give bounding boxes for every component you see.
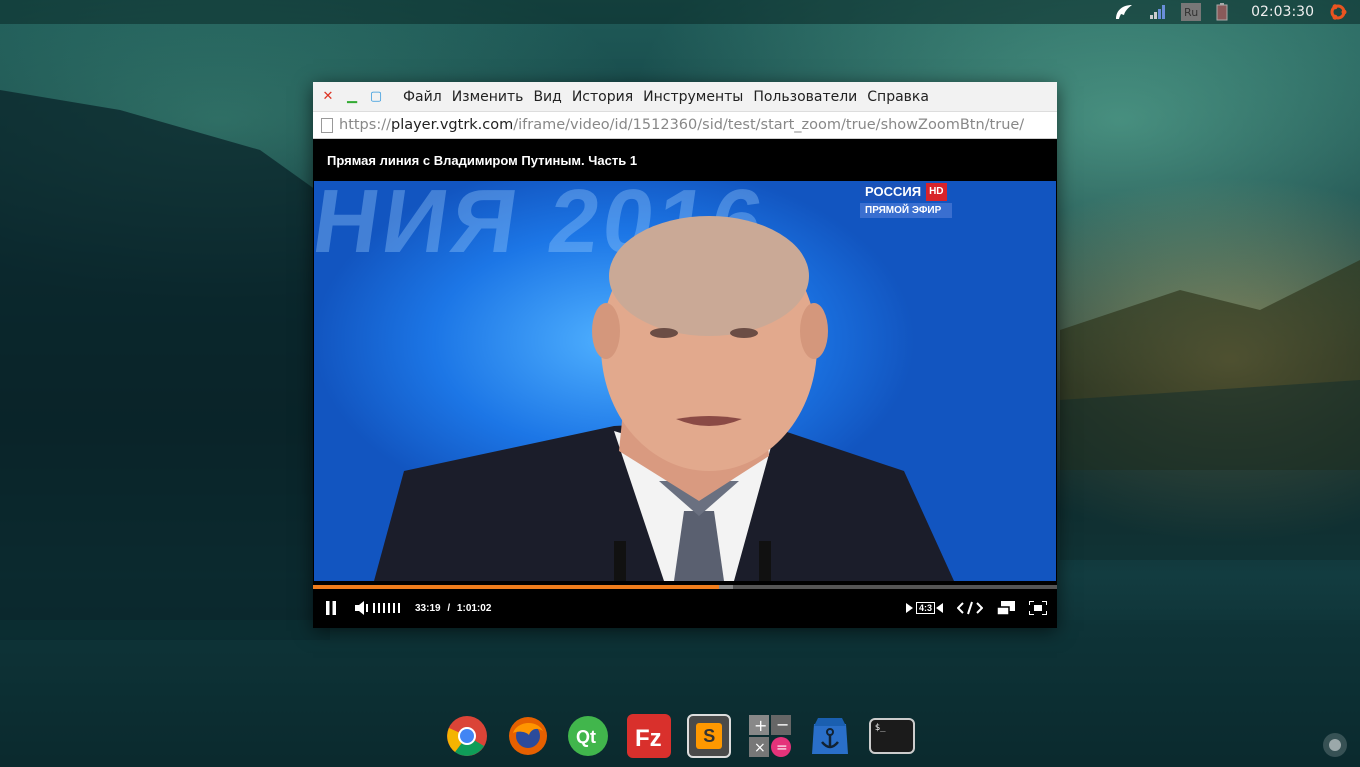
channel-name: РОССИЯ (860, 183, 927, 201)
battery-icon[interactable] (1215, 3, 1229, 21)
aspect-ratio-button[interactable]: 4:3 (905, 602, 943, 614)
address-bar[interactable]: https://player.vgtrk.com/iframe/video/id… (313, 112, 1057, 139)
menu-history[interactable]: История (572, 89, 633, 105)
close-window-button[interactable]: ✕ (319, 88, 337, 106)
svg-text:+: + (754, 716, 767, 735)
pause-button[interactable] (321, 601, 341, 615)
aspect-ratio-label: 4:3 (915, 602, 935, 614)
menu-view[interactable]: Вид (533, 89, 561, 105)
app-indicator-icon[interactable] (1113, 2, 1135, 22)
live-label: ПРЯМОЙ ЭФИР (860, 203, 952, 218)
time-display: 33:19 / 1:01:02 (415, 603, 491, 614)
menu-help[interactable]: Справка (867, 89, 929, 105)
minimize-window-button[interactable]: ▁ (343, 88, 361, 106)
url-scheme: https:// (339, 117, 391, 133)
speaker-figure (374, 216, 954, 581)
menu-file[interactable]: Файл (403, 89, 442, 105)
volume-icon[interactable] (355, 601, 369, 615)
video-player: Прямая линия с Владимиром Путиным. Часть… (313, 139, 1057, 628)
volume-slider[interactable] (373, 602, 403, 614)
workspace-switcher-icon[interactable] (1323, 733, 1347, 757)
video-frame[interactable]: НИЯ 2016 РОССИЯ HD ПРЯМОЙ ЭФИР (314, 181, 1056, 581)
keyboard-layout-icon[interactable]: Ru (1181, 3, 1202, 21)
page-icon (321, 117, 333, 133)
maximize-window-button[interactable]: ▢ (367, 88, 385, 106)
url-text[interactable]: https://player.vgtrk.com/iframe/video/id… (339, 117, 1024, 133)
svg-text:Fz: Fz (635, 725, 662, 752)
svg-text:×: × (754, 740, 766, 756)
menu-users[interactable]: Пользователи (753, 89, 857, 105)
calculator-icon[interactable]: + − × = (748, 714, 792, 758)
clock[interactable]: 02:03:30 (1251, 4, 1314, 20)
menubar: ✕ ▁ ▢ Файл Изменить Вид История Инструме… (313, 82, 1057, 112)
top-panel: Ru 02:03:30 (0, 0, 1360, 24)
channel-logo: РОССИЯ HD ПРЯМОЙ ЭФИР (860, 183, 954, 218)
duration: 1:01:02 (456, 602, 492, 614)
network-signal-icon[interactable] (1149, 4, 1167, 20)
menu-edit[interactable]: Изменить (452, 89, 524, 105)
terminal-prompt: $_ (874, 723, 886, 733)
menu-tools[interactable]: Инструменты (643, 89, 743, 105)
filezilla-icon[interactable]: Fz (626, 714, 671, 758)
dock: Qt Fz S + − × = $_ (437, 705, 923, 767)
video-title: Прямая линия с Владимиром Путиным. Часть… (327, 153, 638, 168)
browser-window: ✕ ▁ ▢ Файл Изменить Вид История Инструме… (313, 82, 1057, 628)
current-time: 33:19 (415, 602, 441, 614)
menu-items: Файл Изменить Вид История Инструменты По… (403, 89, 939, 105)
url-host: player.vgtrk.com (390, 117, 514, 133)
svg-text:−: − (776, 715, 789, 734)
sublime-text-icon[interactable]: S (687, 714, 732, 758)
ubuntu-logo-icon[interactable] (1328, 2, 1348, 22)
firefox-icon[interactable] (506, 714, 550, 758)
embed-code-icon[interactable] (957, 601, 983, 615)
keyboard-layout-label: Ru (1181, 3, 1202, 21)
svg-text:=: = (776, 740, 788, 756)
chrome-icon[interactable] (445, 714, 489, 758)
time-separator: / (447, 602, 451, 614)
popout-window-icon[interactable] (997, 601, 1015, 615)
player-controls: 33:19 / 1:01:02 4:3 (313, 589, 1057, 627)
url-path: /iframe/video/id/1512360/sid/test/start_… (513, 117, 1025, 133)
apt-anchor-icon[interactable] (808, 714, 852, 758)
terminal-icon[interactable]: $_ (868, 718, 915, 754)
fullscreen-icon[interactable] (1029, 601, 1047, 615)
svg-text:Qt: Qt (576, 727, 596, 747)
qt-creator-icon[interactable]: Qt (566, 714, 610, 758)
hd-badge: HD (926, 183, 947, 201)
